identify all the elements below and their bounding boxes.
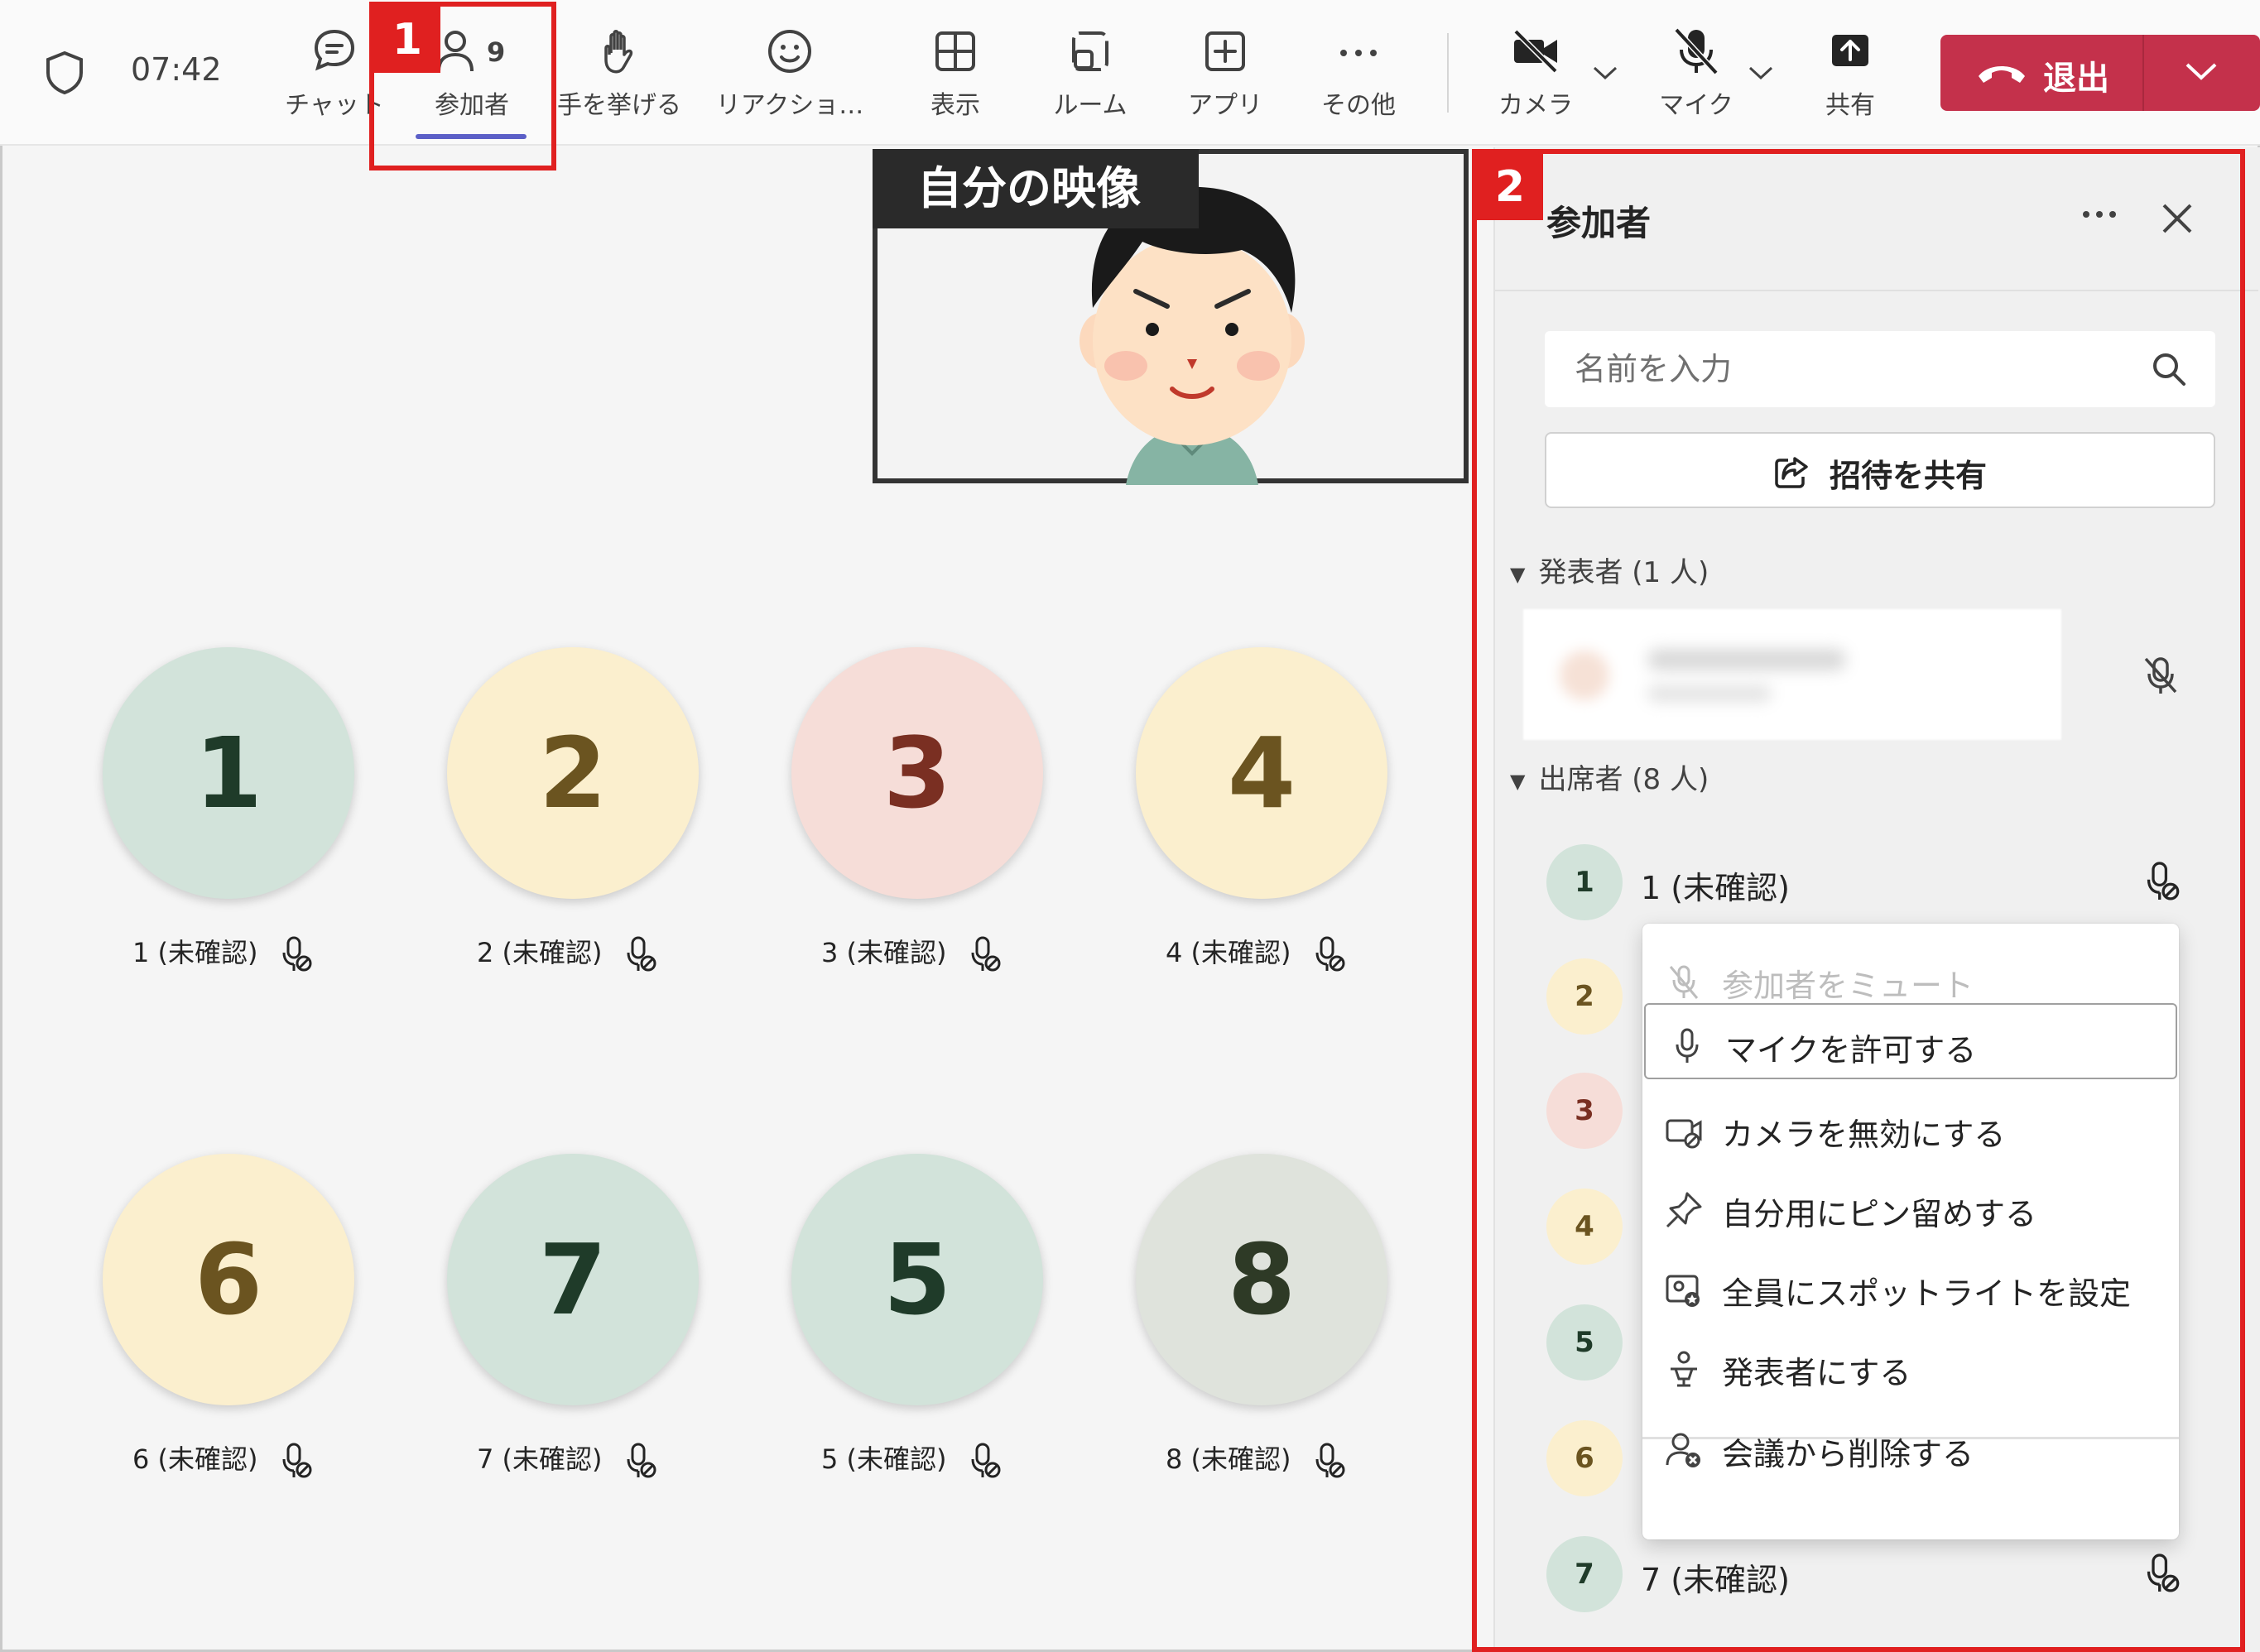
camera-options-chevron-icon[interactable] bbox=[1591, 65, 1619, 81]
rooms-label: ルーム bbox=[1053, 91, 1128, 120]
annotation-number-2: 2 bbox=[1477, 154, 1543, 220]
participant-tile[interactable]: 5 bbox=[791, 1154, 1043, 1405]
mic-off-icon bbox=[1674, 27, 1719, 75]
leave-options-chevron-icon[interactable] bbox=[2181, 55, 2222, 88]
mic-blocked-icon bbox=[1315, 936, 1345, 972]
shield-icon bbox=[46, 50, 83, 95]
emoji-icon bbox=[768, 30, 811, 73]
more-label: その他 bbox=[1321, 91, 1396, 120]
participant-tile-label: 3 (未確認) bbox=[821, 932, 1002, 972]
participant-tile-label: 6 (未確認) bbox=[132, 1438, 313, 1479]
mic-blocked-icon bbox=[282, 1443, 312, 1478]
chat-icon bbox=[314, 29, 355, 71]
view-button[interactable]: 表示 bbox=[922, 25, 988, 124]
participant-tile-label: 5 (未確認) bbox=[821, 1438, 1002, 1479]
add-app-icon bbox=[1205, 31, 1245, 71]
leave-button-group: 退出 bbox=[1940, 35, 2260, 111]
participant-tile-label: 7 (未確認) bbox=[477, 1438, 657, 1479]
mic-blocked-icon bbox=[627, 1443, 656, 1478]
participant-tile-label: 4 (未確認) bbox=[1166, 932, 1346, 972]
camera-off-icon bbox=[1513, 29, 1558, 74]
participant-tile-label: 2 (未確認) bbox=[477, 932, 657, 972]
rooms-button[interactable]: ルーム bbox=[1045, 25, 1136, 124]
mic-options-chevron-icon[interactable] bbox=[1747, 65, 1775, 81]
raise-hand-label: 手を挙げる bbox=[557, 91, 681, 120]
participant-tile[interactable]: 8 bbox=[1136, 1154, 1387, 1405]
apps-label: アプリ bbox=[1188, 91, 1262, 120]
participant-tile[interactable]: 1 bbox=[103, 647, 354, 899]
share-label: 共有 bbox=[1825, 91, 1875, 120]
participant-tile-label: 8 (未確認) bbox=[1166, 1438, 1346, 1479]
hand-icon bbox=[604, 30, 633, 74]
camera-button[interactable]: カメラ bbox=[1490, 25, 1581, 124]
participant-name: 7 (未確認) bbox=[477, 1443, 603, 1475]
apps-button[interactable]: アプリ bbox=[1184, 25, 1267, 124]
participant-tile[interactable]: 4 bbox=[1136, 647, 1387, 899]
mic-label: マイク bbox=[1659, 91, 1733, 120]
participant-name: 4 (未確認) bbox=[1166, 937, 1291, 968]
mic-blocked-icon bbox=[971, 1443, 1001, 1478]
toolbar-divider bbox=[1447, 33, 1449, 113]
share-screen-icon bbox=[1832, 35, 1868, 66]
react-label: リアクショ… bbox=[715, 91, 864, 120]
mic-button[interactable]: マイク bbox=[1651, 25, 1742, 124]
participant-name: 8 (未確認) bbox=[1166, 1443, 1291, 1475]
camera-label: カメラ bbox=[1498, 91, 1573, 120]
mic-blocked-icon bbox=[627, 936, 656, 972]
participant-name: 3 (未確認) bbox=[821, 937, 947, 968]
participant-name: 6 (未確認) bbox=[132, 1443, 258, 1475]
annotation-box-2 bbox=[1472, 149, 2245, 1652]
mic-blocked-icon bbox=[282, 936, 312, 972]
participant-name: 1 (未確認) bbox=[132, 937, 258, 968]
react-button[interactable]: リアクショ… bbox=[704, 25, 876, 124]
more-button[interactable]: その他 bbox=[1313, 25, 1404, 124]
mic-blocked-icon bbox=[971, 936, 1001, 972]
participant-name: 2 (未確認) bbox=[477, 937, 603, 968]
grid-view-icon bbox=[935, 31, 975, 71]
raise-hand-button[interactable]: 手を挙げる bbox=[553, 25, 685, 124]
meeting-timer: 07:42 bbox=[131, 51, 222, 88]
participant-tile[interactable]: 3 bbox=[791, 647, 1043, 899]
participant-tile[interactable]: 6 bbox=[103, 1154, 354, 1405]
participant-tile[interactable]: 7 bbox=[447, 1154, 699, 1405]
meeting-toolbar: 07:42 チャット 参加者 9 手を挙げる リアクショ… 表示 ルーム アプリ… bbox=[0, 0, 2260, 146]
annotation-number-1: 1 bbox=[374, 7, 440, 73]
hang-up-icon bbox=[1979, 66, 2025, 83]
participant-tile[interactable]: 2 bbox=[447, 647, 699, 899]
leave-label: 退出 bbox=[2043, 60, 2109, 98]
participant-tile-label: 1 (未確認) bbox=[132, 932, 313, 972]
share-button[interactable]: 共有 bbox=[1813, 25, 1887, 124]
leave-button[interactable]: 退出 bbox=[1940, 35, 2142, 111]
participant-name: 5 (未確認) bbox=[821, 1443, 947, 1475]
self-video-label: 自分の映像 bbox=[873, 149, 1199, 228]
mic-blocked-icon bbox=[1315, 1443, 1345, 1478]
more-icon bbox=[1340, 50, 1377, 56]
view-label: 表示 bbox=[930, 91, 980, 120]
rooms-icon bbox=[1072, 31, 1108, 71]
